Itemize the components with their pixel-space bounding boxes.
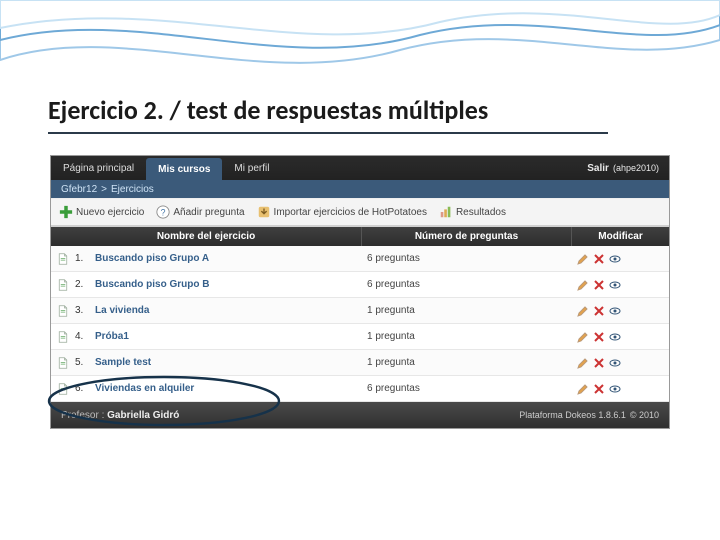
document-icon	[57, 357, 69, 369]
breadcrumb-course[interactable]: Gfebr12	[61, 184, 97, 195]
import-label: Importar ejercicios de HotPotatoes	[274, 207, 427, 218]
footer-name: Gabriella Gidró	[107, 410, 179, 421]
footer-platform: Plataforma Dokeos 1.8.6.1	[519, 410, 626, 420]
row-count: 6 preguntas	[361, 253, 571, 264]
pencil-icon[interactable]	[577, 305, 589, 317]
row-count: 1 pregunta	[361, 305, 571, 316]
table-row: 1. Buscando piso Grupo A 6 preguntas	[51, 246, 669, 272]
logout-label: Salir	[587, 163, 609, 174]
exercise-link[interactable]: Buscando piso Grupo B	[95, 279, 209, 290]
document-icon	[57, 305, 69, 317]
row-number: 5.	[75, 357, 89, 368]
x-icon[interactable]	[593, 305, 605, 317]
nav-home[interactable]: Página principal	[51, 156, 146, 180]
eye-icon[interactable]	[609, 305, 621, 317]
x-icon[interactable]	[593, 279, 605, 291]
document-icon	[57, 279, 69, 291]
chart-icon	[439, 205, 453, 219]
nav-courses[interactable]: Mis cursos	[146, 158, 222, 180]
add-question-label: Añadir pregunta	[173, 207, 244, 218]
pencil-icon[interactable]	[577, 279, 589, 291]
import-icon	[257, 205, 271, 219]
exercise-link[interactable]: La vivienda	[95, 305, 149, 316]
eye-icon[interactable]	[609, 383, 621, 395]
row-number: 2.	[75, 279, 89, 290]
row-count: 1 pregunta	[361, 331, 571, 342]
exercise-link[interactable]: Sample test	[95, 357, 151, 368]
slide-title: Ejercicio 2. / test de respuestas múltip…	[48, 94, 608, 134]
question-icon: ?	[156, 205, 170, 219]
x-icon[interactable]	[593, 331, 605, 343]
document-icon	[57, 383, 69, 395]
eye-icon[interactable]	[609, 253, 621, 265]
th-count: Número de preguntas	[361, 227, 571, 246]
pencil-icon[interactable]	[577, 383, 589, 395]
x-icon[interactable]	[593, 253, 605, 265]
slide-waves-decoration	[0, 0, 720, 90]
document-icon	[57, 253, 69, 265]
new-exercise-label: Nuevo ejercicio	[76, 207, 144, 218]
table-body: 1. Buscando piso Grupo A 6 preguntas 2. B…	[51, 246, 669, 402]
toolbar: Nuevo ejercicio ? Añadir pregunta Import…	[51, 198, 669, 227]
document-icon	[57, 331, 69, 343]
exercise-link[interactable]: Buscando piso Grupo A	[95, 253, 209, 264]
exercise-link[interactable]: Próba1	[95, 331, 129, 342]
lms-screenshot: Página principal Mis cursos Mi perfil Sa…	[50, 155, 670, 429]
row-number: 1.	[75, 253, 89, 264]
x-icon[interactable]	[593, 383, 605, 395]
table-header: Nombre del ejercicio Número de preguntas…	[51, 227, 669, 246]
table-row: 3. La vivienda 1 pregunta	[51, 298, 669, 324]
breadcrumb-section[interactable]: Ejercicios	[111, 184, 154, 195]
pencil-icon[interactable]	[577, 253, 589, 265]
eye-icon[interactable]	[609, 279, 621, 291]
current-user: (ahpe2010)	[613, 163, 659, 173]
row-number: 4.	[75, 331, 89, 342]
table-row: 2. Buscando piso Grupo B 6 preguntas	[51, 272, 669, 298]
eye-icon[interactable]	[609, 357, 621, 369]
top-nav: Página principal Mis cursos Mi perfil Sa…	[51, 156, 669, 180]
new-exercise-button[interactable]: Nuevo ejercicio	[59, 205, 144, 219]
x-icon[interactable]	[593, 357, 605, 369]
add-question-button[interactable]: ? Añadir pregunta	[156, 205, 244, 219]
row-number: 6.	[75, 383, 89, 394]
breadcrumb-sep: >	[97, 184, 111, 195]
row-count: 1 pregunta	[361, 357, 571, 368]
footer-role: Profesor :	[61, 410, 104, 421]
row-number: 3.	[75, 305, 89, 316]
th-name: Nombre del ejercicio	[51, 227, 361, 246]
table-row: 4. Próba1 1 pregunta	[51, 324, 669, 350]
footer: Profesor : Gabriella Gidró Plataforma Do…	[51, 402, 669, 428]
table-row: 6. Viviendas en alquiler 6 preguntas	[51, 376, 669, 402]
results-label: Resultados	[456, 207, 506, 218]
th-modify: Modificar	[571, 227, 669, 246]
pencil-icon[interactable]	[577, 331, 589, 343]
nav-profile[interactable]: Mi perfil	[222, 156, 281, 180]
eye-icon[interactable]	[609, 331, 621, 343]
import-hotpotatoes-button[interactable]: Importar ejercicios de HotPotatoes	[257, 205, 427, 219]
plus-icon	[59, 205, 73, 219]
nav-logout[interactable]: Salir (ahpe2010)	[577, 156, 669, 180]
svg-text:?: ?	[161, 208, 166, 218]
pencil-icon[interactable]	[577, 357, 589, 369]
breadcrumb: Gfebr12 > Ejercicios	[51, 180, 669, 198]
exercise-link[interactable]: Viviendas en alquiler	[95, 383, 194, 394]
table-row: 5. Sample test 1 pregunta	[51, 350, 669, 376]
footer-copyright: © 2010	[630, 410, 659, 420]
row-count: 6 preguntas	[361, 383, 571, 394]
row-count: 6 preguntas	[361, 279, 571, 290]
results-button[interactable]: Resultados	[439, 205, 506, 219]
